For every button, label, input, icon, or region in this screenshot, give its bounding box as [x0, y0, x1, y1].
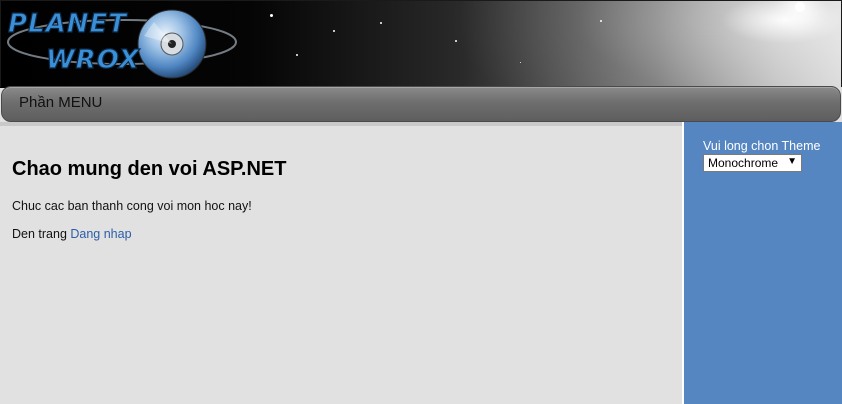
theme-select-value: Monochrome [708, 156, 779, 170]
page-title: Chao mung den voi ASP.NET [12, 158, 287, 180]
login-link[interactable]: Dang nhap [70, 227, 131, 241]
planet-wrox-logo[interactable]: PLANET WROX [4, 2, 240, 84]
login-line: Den trang Dang nhap [12, 227, 132, 241]
svg-text:PLANET: PLANET [8, 9, 128, 39]
menu-label[interactable]: Phần MENU [19, 94, 102, 111]
login-prefix: Den trang [12, 227, 71, 241]
main-content: Chao mung den voi ASP.NET Chuc cac ban t… [0, 122, 682, 404]
chevron-down-icon: ▼ [787, 156, 797, 167]
header-banner: PLANET WROX [0, 0, 842, 88]
menu-bar[interactable]: Phần MENU [1, 86, 841, 122]
page: PLANET WROX Phần MENU Chao mung den voi … [0, 0, 842, 404]
theme-select[interactable]: Monochrome ▼ [703, 154, 802, 172]
intro-text: Chuc cac ban thanh cong voi mon hoc nay! [12, 199, 252, 213]
svg-text:WROX: WROX [46, 45, 141, 75]
theme-label: Vui long chon Theme [703, 139, 821, 153]
sidebar: Vui long chon Theme Monochrome ▼ [682, 122, 842, 404]
